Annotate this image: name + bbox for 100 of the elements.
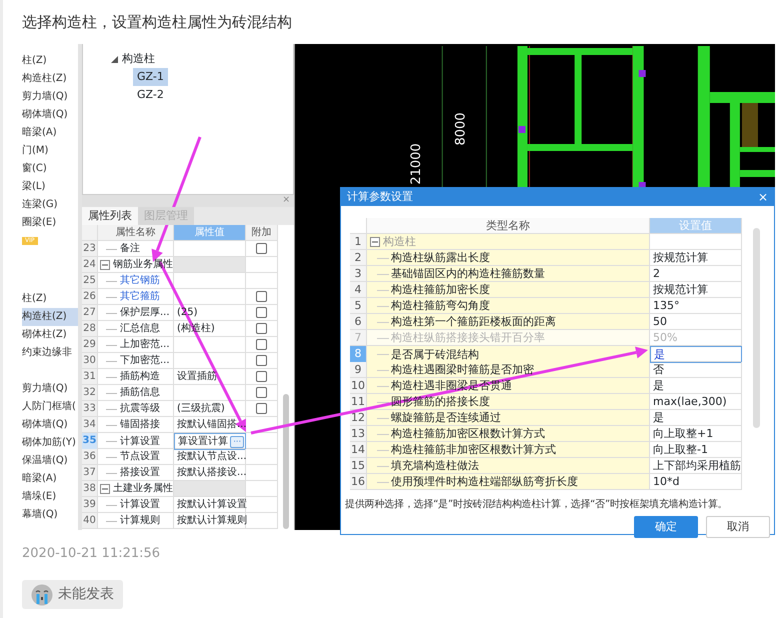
sidebar-item[interactable]: 砌体柱(Z) [22, 326, 78, 344]
table-cell: 构造柱 [383, 234, 416, 249]
tree-node[interactable]: 构造柱 [122, 50, 155, 68]
table-cell[interactable]: 否 [653, 363, 664, 376]
checkbox[interactable] [256, 371, 267, 382]
sidebar-item[interactable]: 人防门框墙( [22, 398, 78, 416]
sidebar-item[interactable]: 门(M) [22, 142, 78, 160]
row-number: 31 [82, 369, 98, 384]
checkbox[interactable] [256, 291, 267, 302]
row-number: 28 [82, 321, 98, 336]
table-cell-text: 按默认计算规则 [177, 514, 247, 528]
row-number: 14 [350, 442, 367, 457]
table-cell: 填充墙构造柱做法 [391, 458, 479, 473]
row-number: 35 [82, 433, 98, 450]
row-number: 16 [350, 474, 367, 489]
scrollbar-thumb[interactable] [752, 228, 760, 428]
table-cell-text: 按默认搭接设... [177, 466, 247, 480]
sidebar-item[interactable]: 柱(Z) [22, 290, 78, 308]
row-number: 25 [82, 273, 98, 288]
column-header: 属性值 [174, 225, 246, 240]
sidebar-item[interactable]: 暗梁(A) [22, 470, 78, 488]
collapse-icon[interactable] [100, 260, 110, 270]
table-cell-text: 算设置计算 [178, 434, 228, 449]
tab[interactable]: 属性列表 [82, 207, 138, 225]
row-number: 7 [350, 330, 367, 345]
sidebar-item[interactable]: 连梁(G) [22, 196, 78, 214]
table-cell[interactable]: 是 [653, 379, 664, 392]
scrollbar-thumb[interactable] [283, 394, 289, 529]
sidebar-item[interactable]: 柱(Z) [22, 52, 78, 70]
checkbox[interactable] [256, 339, 267, 350]
checkbox[interactable] [256, 323, 267, 334]
sidebar-item[interactable]: 幕墙(Q) [22, 506, 78, 524]
table-cell[interactable]: 是 [654, 348, 665, 361]
table-cell: 构造柱箍筋加密长度 [391, 282, 490, 297]
row-number: 27 [82, 305, 98, 320]
checkbox[interactable] [256, 387, 267, 398]
link[interactable]: 其它箍筋 [120, 289, 160, 304]
caret-down-icon[interactable] [111, 56, 118, 62]
sidebar-item[interactable]: 保温墙(Q) [22, 452, 78, 470]
table-cell[interactable]: 按规范计算 [653, 251, 708, 264]
sidebar-item[interactable]: 墙垛(E) [22, 488, 78, 506]
row-number: 4 [350, 282, 367, 297]
cancel-button[interactable]: 取消 [706, 516, 770, 538]
table-cell-text: 按默认节点设... [177, 450, 247, 464]
ok-button[interactable]: 确定 [634, 516, 698, 538]
table-cell: 构造柱第一个箍筋距楼板面的距离 [391, 314, 556, 329]
table-cell-text: 搭接设置 [120, 466, 160, 480]
collapse-icon[interactable] [370, 236, 380, 246]
ellipsis-button[interactable]: ··· [230, 436, 244, 448]
table-cell-text: 锚固搭接 [120, 418, 160, 432]
table-cell[interactable]: max(lae,300) [653, 395, 727, 408]
table-cell[interactable]: 是 [653, 411, 664, 424]
row-number: 23 [82, 241, 98, 256]
table-cell: 构造柱箍筋非加密区根数计算方式 [391, 442, 556, 457]
sidebar-item[interactable]: 圈梁(E) [22, 214, 78, 232]
table-cell-text: 下加密范... [120, 354, 170, 368]
link[interactable]: 其它钢筋 [120, 273, 160, 288]
sidebar-item[interactable]: 剪力墙(Q) [22, 380, 78, 398]
table-cell-text: 汇总信息 [120, 322, 160, 336]
checkbox[interactable] [256, 307, 267, 318]
table-cell[interactable]: 50 [653, 315, 667, 328]
table-cell[interactable]: 按规范计算 [653, 283, 708, 296]
table-cell[interactable]: 向上取整+1 [653, 427, 714, 440]
checkbox[interactable] [256, 403, 267, 414]
collapse-icon[interactable] [100, 484, 110, 494]
sidebar-item[interactable]: 剪力墙(Q) [22, 88, 78, 106]
close-button[interactable]: × [758, 188, 768, 206]
sidebar-item[interactable]: 砌体墙(Q) [22, 106, 78, 124]
checkbox[interactable] [256, 243, 267, 254]
sidebar-item[interactable]: 构造柱(Z) [22, 70, 78, 88]
tree-node[interactable]: GZ-2 [133, 86, 168, 104]
table-cell[interactable]: 上下部均采用植筋 [653, 459, 741, 472]
table-cell[interactable]: 2 [653, 267, 660, 280]
row-number: 1 [350, 234, 367, 249]
row-number: 39 [82, 497, 98, 512]
row-number: 3 [350, 266, 367, 281]
row-number: 24 [82, 257, 98, 272]
sidebar-item[interactable]: 梁(L) [22, 178, 78, 196]
table-cell[interactable]: 135° [653, 299, 680, 312]
row-number: 30 [82, 353, 98, 368]
row-number: 32 [82, 385, 98, 400]
timestamp: 2020-10-21 11:21:56 [22, 546, 162, 562]
table-cell: 使用预埋件时构造柱端部纵筋弯折长度 [391, 474, 578, 489]
status-button[interactable]: 未能发表 [22, 580, 123, 609]
row-number: 37 [82, 465, 98, 480]
sidebar-item[interactable]: 窗(C) [22, 160, 78, 178]
table-cell-text: 插筋信息 [120, 386, 160, 400]
table-cell: 构造柱纵筋露出长度 [391, 250, 490, 265]
table-cell[interactable]: 10*d [653, 475, 680, 488]
table-cell-text: 计算规则 [120, 514, 160, 528]
checkbox[interactable] [256, 355, 267, 366]
sidebar-item[interactable]: 暗梁(A) [22, 124, 78, 142]
table-cell[interactable]: 向上取整-1 [653, 443, 708, 456]
sidebar-item[interactable]: 构造柱(Z) [22, 308, 78, 326]
sidebar-item[interactable]: 砌体墙(Q) [22, 416, 78, 434]
tree-node[interactable]: GZ-1 [133, 68, 168, 86]
sidebar-item[interactable]: 约束边缘非 [22, 344, 78, 362]
dialog-title: 计算参数设置 [347, 188, 413, 205]
sidebar-item[interactable]: 砌体加筋(Y) [22, 434, 78, 452]
table-cell-text: 插筋构造 [120, 370, 160, 384]
